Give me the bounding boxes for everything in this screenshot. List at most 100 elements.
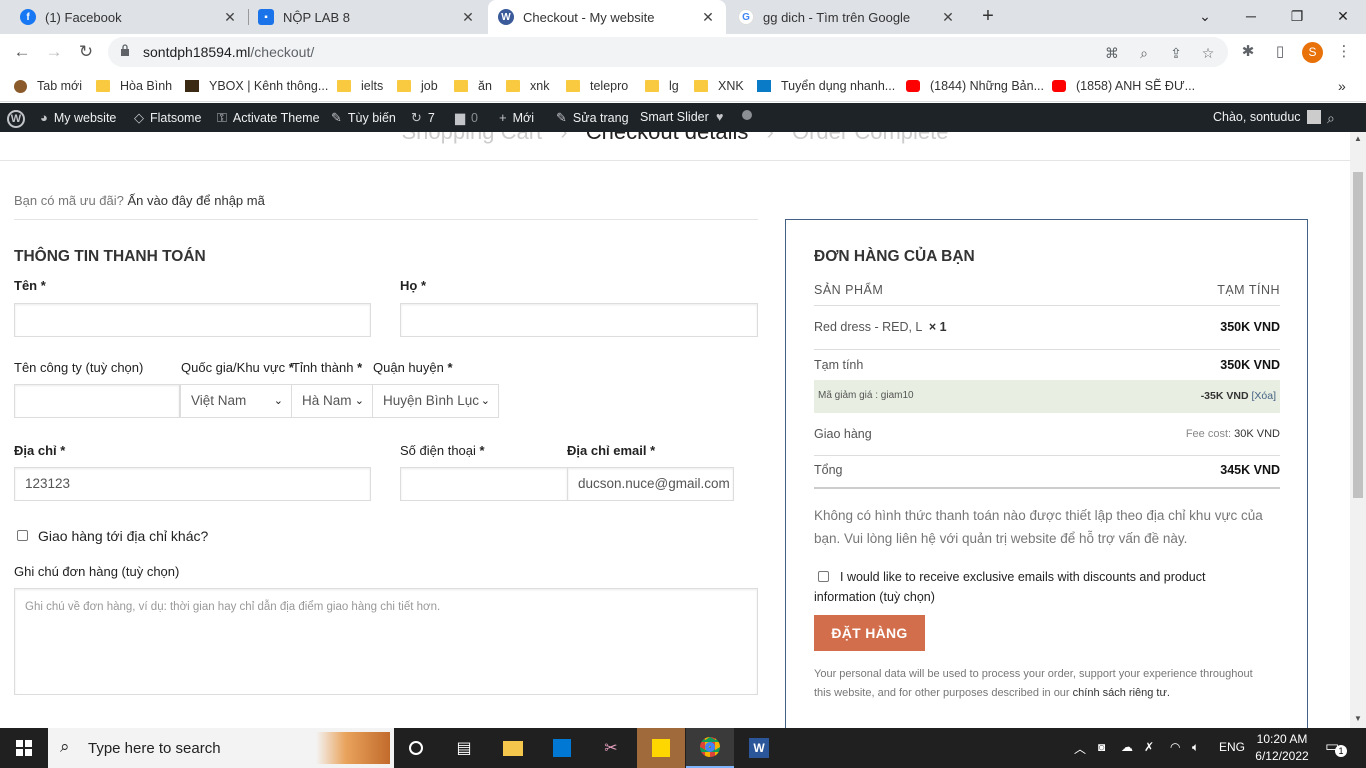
snipping-tool-icon[interactable]: ✂ bbox=[587, 728, 635, 768]
admin-search-icon[interactable]: ⌕ bbox=[1327, 110, 1335, 127]
translate-icon[interactable]: ⌘ bbox=[1102, 43, 1122, 63]
widgets-icon[interactable]: ▤ bbox=[440, 728, 488, 768]
windows-start-icon[interactable] bbox=[0, 728, 48, 768]
close-window-button[interactable]: ✕ bbox=[1320, 0, 1366, 34]
admin-comments-link[interactable]: ▆ 0 bbox=[455, 110, 478, 126]
admin-slider-link[interactable]: Smart Slider bbox=[640, 110, 709, 124]
reload-icon[interactable]: ↻ bbox=[74, 40, 98, 64]
close-tab-icon[interactable]: ✕ bbox=[700, 9, 716, 26]
close-tab-icon[interactable]: ✕ bbox=[460, 9, 476, 26]
scrollbar-thumb[interactable] bbox=[1353, 172, 1363, 498]
admin-customize-link[interactable]: ✎ Tùy biến bbox=[331, 110, 396, 126]
bookmark-star-icon[interactable]: ☆ bbox=[1198, 43, 1218, 63]
step-cart[interactable]: Shopping Cart bbox=[402, 132, 543, 144]
yoast-icon[interactable]: ♥ bbox=[716, 110, 723, 124]
tab-facebook[interactable]: f (1) Facebook ✕ bbox=[10, 0, 248, 34]
tab-nop-lab[interactable]: ▪ NỘP LAB 8 ✕ bbox=[248, 0, 486, 34]
menu-icon[interactable]: ⋮ bbox=[1333, 41, 1355, 63]
tab-checkout[interactable]: W Checkout - My website ✕ bbox=[488, 0, 726, 34]
youtube-icon bbox=[1052, 80, 1066, 92]
ship-different-checkbox[interactable] bbox=[17, 530, 28, 541]
bookmark-item[interactable]: XNK bbox=[694, 76, 744, 96]
back-icon[interactable]: ← bbox=[10, 40, 34, 64]
bookmark-item[interactable]: ielts bbox=[337, 76, 383, 96]
key-icon: ⚿ bbox=[217, 110, 227, 125]
coupon-link[interactable]: Ấn vào đây để nhập mã bbox=[128, 193, 265, 208]
bookmark-item[interactable]: telepro bbox=[566, 76, 628, 96]
volume-icon[interactable]: 🔈︎ bbox=[1192, 740, 1199, 755]
scroll-up-icon[interactable]: ▲ bbox=[1354, 134, 1362, 143]
admin-theme-link[interactable]: ◇ Flatsome bbox=[134, 110, 201, 126]
notification-icon[interactable]: ▭ 1 bbox=[1325, 737, 1347, 757]
province-select[interactable]: Hà Nam ⌄ bbox=[291, 384, 373, 418]
bookmark-item[interactable]: Tab mới bbox=[14, 76, 82, 96]
bookmark-item[interactable]: Hòa Bình bbox=[96, 76, 172, 96]
tab-search-icon[interactable]: ⌄ bbox=[1182, 0, 1228, 34]
first-name-field[interactable] bbox=[14, 303, 371, 337]
chrome-icon[interactable] bbox=[686, 728, 734, 768]
bookmark-item[interactable]: (1844) Những Bản... bbox=[906, 76, 1044, 96]
onedrive-icon[interactable]: ☁ bbox=[1121, 740, 1133, 754]
extensions-icon[interactable]: ✱ bbox=[1237, 41, 1259, 63]
admin-new-link[interactable]: + Mới bbox=[499, 110, 534, 125]
wordpress-logo-icon[interactable]: W bbox=[7, 110, 25, 128]
word-icon[interactable]: W bbox=[735, 728, 783, 768]
bookmark-item[interactable]: (1858) ANH SẼ ĐƯ... bbox=[1052, 76, 1195, 96]
order-notes-textarea[interactable]: Ghi chú về đơn hàng, ví dụ: thời gian ha… bbox=[14, 588, 758, 695]
minimize-button[interactable]: ─ bbox=[1228, 0, 1274, 34]
wifi-icon[interactable]: ◠ bbox=[1170, 740, 1180, 754]
profile-avatar[interactable]: S bbox=[1302, 42, 1323, 63]
ime-icon[interactable]: ✗ bbox=[1144, 740, 1154, 754]
folder-icon bbox=[337, 80, 351, 92]
file-explorer-icon[interactable] bbox=[489, 728, 537, 768]
email-field[interactable]: ducson.nuce@gmail.com bbox=[567, 467, 734, 501]
admin-site-link[interactable]: ◕ My website bbox=[40, 110, 116, 125]
close-tab-icon[interactable]: ✕ bbox=[222, 9, 238, 26]
country-select[interactable]: Việt Nam ⌄ bbox=[180, 384, 292, 418]
topcv-icon bbox=[757, 80, 771, 92]
browser-tab-strip: f (1) Facebook ✕ ▪ NỘP LAB 8 ✕ W Checkou… bbox=[0, 0, 1366, 34]
tab-title: gg dich - Tìm trên Google bbox=[763, 9, 911, 25]
place-order-button[interactable]: ĐẶT HÀNG bbox=[814, 615, 925, 651]
brush-icon: ✎ bbox=[331, 110, 342, 125]
district-select[interactable]: Huyện Bình Lục ⌄ bbox=[372, 384, 499, 418]
tab-google[interactable]: G gg dich - Tìm trên Google ✕ bbox=[728, 0, 966, 34]
bookmark-item[interactable]: ăn bbox=[454, 76, 492, 96]
close-tab-icon[interactable]: ✕ bbox=[940, 9, 956, 26]
page-scrollbar[interactable]: ▲ ▼ bbox=[1350, 132, 1366, 728]
store-icon[interactable] bbox=[538, 728, 586, 768]
bookmark-item[interactable]: xnk bbox=[506, 76, 549, 96]
restore-button[interactable]: ❐ bbox=[1274, 0, 1320, 34]
taskbar-search-box[interactable]: ⌕ Type here to search bbox=[48, 728, 394, 768]
last-name-field[interactable] bbox=[400, 303, 758, 337]
bookmark-item[interactable]: YBOX | Kênh thông... bbox=[185, 76, 328, 96]
forward-icon[interactable]: → bbox=[42, 40, 66, 64]
task-view-icon[interactable] bbox=[392, 728, 440, 768]
zoom-icon[interactable]: ⌕ bbox=[1134, 43, 1154, 63]
bookmark-item[interactable]: Tuyển dụng nhanh... bbox=[757, 76, 895, 96]
language-indicator[interactable]: ENG bbox=[1219, 740, 1245, 754]
remove-coupon-link[interactable]: [Xóa] bbox=[1251, 390, 1276, 402]
share-icon[interactable]: ⇪ bbox=[1166, 43, 1186, 63]
phone-field[interactable] bbox=[400, 467, 568, 501]
scroll-down-icon[interactable]: ▼ bbox=[1354, 714, 1362, 723]
admin-updates-link[interactable]: ↻ 7 bbox=[411, 110, 435, 126]
address-field[interactable]: 123123 bbox=[14, 467, 371, 501]
admin-activate-link[interactable]: ⚿ Activate Theme bbox=[217, 110, 320, 126]
bookmark-item[interactable]: lg bbox=[645, 76, 679, 96]
meet-now-icon[interactable]: ◙ bbox=[1098, 740, 1105, 754]
admin-edit-link[interactable]: ✎ Sửa trang bbox=[556, 110, 629, 126]
step-checkout[interactable]: Checkout details bbox=[586, 132, 749, 144]
sticky-notes-icon[interactable] bbox=[637, 728, 685, 768]
bookmark-item[interactable]: job bbox=[397, 76, 438, 96]
more-bookmarks-icon[interactable]: » bbox=[1338, 76, 1346, 96]
clock[interactable]: 10:20 AM 6/12/2022 bbox=[1252, 731, 1312, 765]
company-field[interactable] bbox=[14, 384, 180, 418]
admin-account-link[interactable]: Chào, sontuduc bbox=[1213, 110, 1321, 124]
show-hidden-icons[interactable]: ︿ bbox=[1074, 740, 1086, 757]
new-tab-button[interactable]: + bbox=[976, 4, 1000, 28]
col-subtotal: TẠM TÍNH bbox=[1217, 283, 1280, 297]
side-panel-icon[interactable]: ▯ bbox=[1269, 41, 1291, 63]
address-bar[interactable]: sontdph18594.ml/checkout/ ⌘ ⌕ ⇪ ☆ bbox=[108, 37, 1228, 67]
privacy-link[interactable]: chính sách riêng tư. bbox=[1073, 687, 1170, 699]
